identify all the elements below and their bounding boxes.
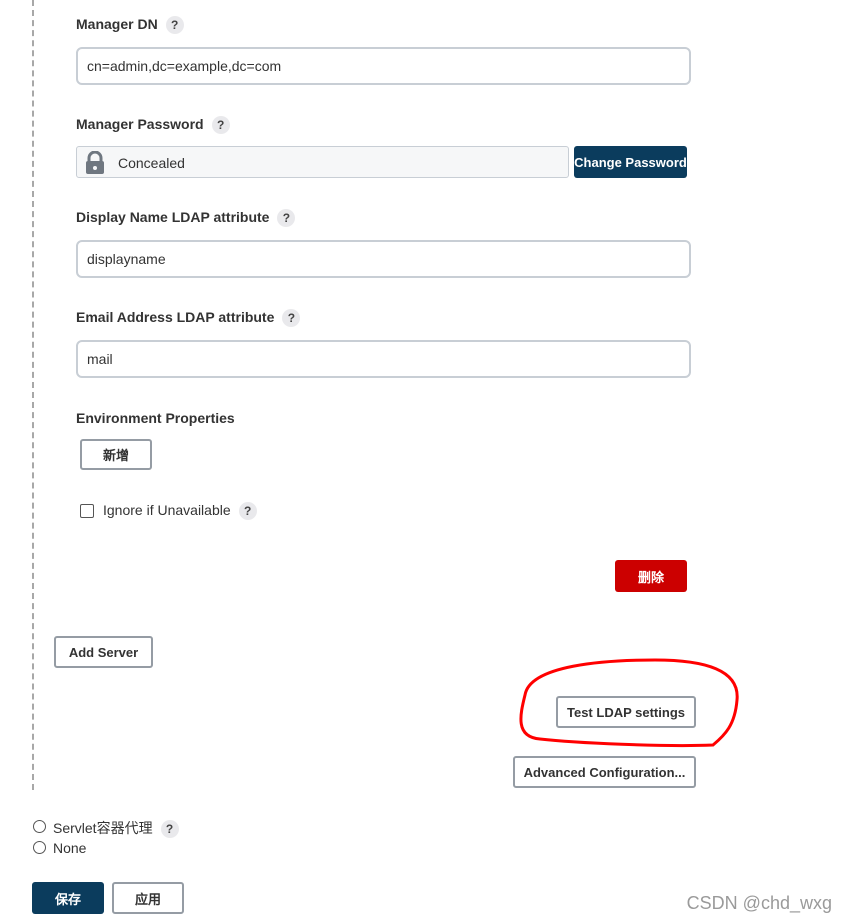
section-indent-rail <box>32 0 34 790</box>
help-icon[interactable]: ? <box>165 16 184 35</box>
password-state-text: Concealed <box>118 155 185 171</box>
manager-dn-label: Manager DN? <box>76 16 184 35</box>
lock-icon <box>86 151 104 174</box>
ignore-if-unavailable-label: Ignore if Unavailable? <box>103 502 257 521</box>
servlet-container-label: Servlet容器代理? <box>53 818 179 839</box>
manager-dn-input[interactable] <box>76 47 691 85</box>
none-label: None <box>53 840 87 856</box>
advanced-configuration-button[interactable]: Advanced Configuration... <box>513 756 696 788</box>
save-button[interactable]: 保存 <box>32 882 104 914</box>
watermark: CSDN @chd_wxg <box>686 893 832 913</box>
help-icon[interactable]: ? <box>282 309 301 328</box>
add-server-button[interactable]: Add Server <box>54 636 153 668</box>
manager-password-concealed-field: Concealed <box>76 146 569 178</box>
email-attr-label: Email Address LDAP attribute? <box>76 309 301 328</box>
change-password-button[interactable]: Change Password <box>574 146 687 178</box>
none-radio[interactable] <box>33 841 46 854</box>
test-ldap-settings-button[interactable]: Test LDAP settings <box>556 696 696 728</box>
servlet-container-radio[interactable] <box>33 820 46 833</box>
environment-properties-label: Environment Properties <box>76 410 235 426</box>
delete-server-button[interactable]: 删除 <box>615 560 687 592</box>
display-name-attr-label: Display Name LDAP attribute? <box>76 209 296 228</box>
help-icon[interactable]: ? <box>238 502 257 521</box>
help-icon[interactable]: ? <box>160 820 179 839</box>
ignore-if-unavailable-checkbox[interactable] <box>80 504 94 518</box>
add-environment-property-button[interactable]: 新增 <box>80 439 152 470</box>
help-icon[interactable]: ? <box>277 209 296 228</box>
help-icon[interactable]: ? <box>211 116 230 135</box>
display-name-attr-input[interactable] <box>76 240 691 278</box>
manager-password-label: Manager Password? <box>76 116 230 135</box>
apply-button[interactable]: 应用 <box>112 882 184 914</box>
email-attr-input[interactable] <box>76 340 691 378</box>
